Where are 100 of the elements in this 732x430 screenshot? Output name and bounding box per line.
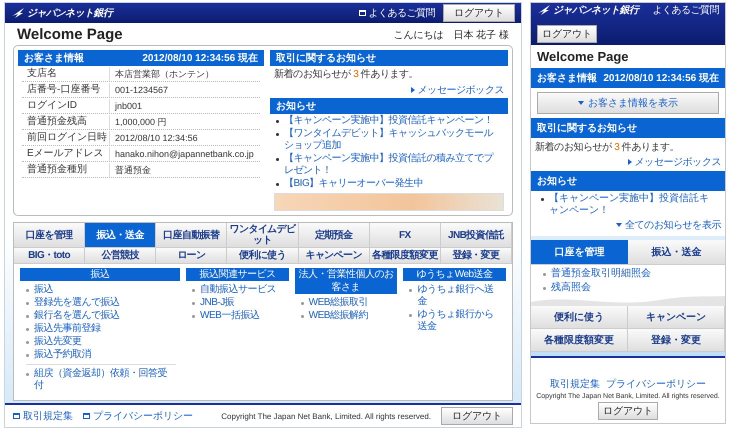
section-title: お客さま情報 [24, 51, 84, 65]
menu-tab[interactable]: 公営競技 [85, 248, 156, 264]
menu-link[interactable]: 振込先事前登録 [34, 323, 100, 335]
menu-tab[interactable]: JNB投資信託 [440, 223, 512, 248]
bullet-icon [409, 289, 412, 292]
section-title: お客さま情報 [537, 71, 597, 85]
menu-button[interactable]: 便利に使う [531, 306, 628, 329]
footer-link[interactable]: プライバシーポリシー [83, 409, 193, 423]
news-link[interactable]: 【キャンペーン実施中】投資信託の積み立てでプレゼント！ [284, 153, 502, 177]
window-icon [13, 413, 20, 419]
bullet-icon [300, 315, 304, 318]
message-box-link[interactable]: メッセージボックス [628, 155, 721, 169]
menu-tab[interactable]: 口座自動振替 [156, 223, 228, 248]
copyright-text: Copyright The Japan Net Bank, Limited. All rights reserved. [221, 412, 431, 420]
info-value: 本店営業部（ホンテン） [114, 68, 215, 81]
faq-link[interactable]: よくあるご質問 [358, 6, 435, 20]
column-header: ゆうちょWeb送金 [403, 268, 506, 281]
info-label: Eメールアドレス [22, 147, 110, 161]
info-label: 普通預金種別 [22, 163, 110, 177]
info-label: 店番号-口座番号 [22, 83, 110, 97]
news-link[interactable]: 【キャンペーン実施中】投資信託キャンペーン！ [284, 115, 493, 127]
menu-tab[interactable]: 口座を管理 [531, 240, 628, 265]
news-link[interactable]: 【ワンタイムデビット】キャッシュバックモールショップ追加 [284, 128, 502, 152]
notice-message: 新着のお知らせが 3 件あります。 [535, 140, 680, 154]
bullet-icon [26, 289, 29, 292]
bullet-icon [276, 120, 279, 123]
bullet-icon [26, 302, 29, 305]
bullet-icon [276, 183, 279, 186]
menu-button[interactable]: キャンペーン [628, 306, 725, 329]
menu-tab[interactable]: ワンタイムデビット [227, 223, 299, 248]
menu-link[interactable]: 普通預金取引明細照会 [551, 268, 651, 280]
menu-link[interactable]: 登録先を選んで振込 [34, 297, 120, 309]
bullet-icon [276, 158, 279, 161]
section-header: お知らせ [270, 98, 508, 114]
menu-link[interactable]: WEB一括振込 [200, 310, 260, 322]
page-title: Welcome Page [536, 48, 630, 66]
info-label: 支店名 [22, 67, 110, 81]
info-value: 001-1234567 [114, 84, 170, 97]
info-label: ログインID [22, 99, 110, 113]
footer-link[interactable]: 取引規定集 [550, 377, 600, 391]
bank-logo: ジャパンネット銀行 [27, 6, 112, 20]
timestamp: 2012/08/10 12:34:56 現在 [142, 52, 258, 65]
all-news-link[interactable]: 全てのお知らせを表示 [616, 218, 721, 232]
info-label: 普通預金残高 [22, 115, 110, 129]
menu-link[interactable]: ゆうちょ銀行から送金 [417, 309, 500, 333]
menu-tab[interactable]: 振込・送金 [628, 240, 725, 265]
menu-link[interactable]: 振込予約取消 [34, 349, 91, 361]
footer-link[interactable]: 取引規定集 [13, 409, 73, 423]
menu-tab[interactable]: キャンペーン [298, 248, 370, 264]
triangle-icon [578, 101, 584, 105]
bullet-icon [192, 315, 195, 318]
menu-button[interactable]: 登録・変更 [628, 329, 725, 352]
menu-tab[interactable]: ローン [156, 248, 228, 264]
triangle-icon [410, 87, 415, 93]
menu-link[interactable]: 自動振込サービス [200, 284, 276, 296]
news-link[interactable]: 【BIG】キャリーオーバー発生中 [284, 178, 424, 190]
menu-tab[interactable]: BIG・toto [14, 248, 86, 264]
faq-link[interactable]: よくあるご質問 [652, 3, 719, 17]
bullet-icon [541, 198, 544, 201]
message-box-link[interactable]: メッセージボックス [410, 83, 504, 97]
menu-link[interactable]: WEB総振取引 [308, 297, 368, 309]
menu-link[interactable]: 組戻（資金返却）依頼・回答受付 [34, 368, 174, 392]
menu-tab[interactable]: 口座を管理 [14, 223, 86, 248]
footer-link[interactable]: プライバシーポリシー [606, 377, 706, 391]
logout-button[interactable]: ログアウト [441, 407, 513, 425]
menu-link[interactable]: ゆうちょ銀行へ送金 [417, 284, 500, 308]
logo-swoosh-icon [11, 7, 25, 19]
menu-link[interactable]: 振込 [34, 284, 53, 296]
info-value: 2012/08/10 12:34:56 [114, 132, 199, 145]
menu-tab[interactable]: 登録・変更 [440, 248, 512, 264]
page-title: Welcome Page [17, 26, 123, 43]
info-label: 前回ログイン日時 [22, 131, 110, 145]
menu-link[interactable]: WEB総振解約 [308, 310, 368, 322]
news-link[interactable]: 【キャンペーン実施中】投資信託キャンペーン！ [549, 193, 715, 217]
menu-tab[interactable]: FX [370, 223, 441, 248]
info-value: 普通預金 [114, 164, 152, 177]
menu-tab[interactable]: 定期預金 [298, 223, 370, 248]
menu-tab[interactable]: 各種限度額変更 [370, 248, 441, 264]
bullet-icon [192, 302, 195, 305]
menu-tab[interactable]: 便利に使う [227, 248, 299, 264]
bullet-icon [543, 273, 546, 276]
column-header: 振込 [20, 268, 180, 281]
logout-button[interactable]: ログアウト [443, 4, 515, 22]
bullet-icon [26, 354, 29, 357]
show-info-button[interactable]: お客さま情報を表示 [537, 92, 719, 114]
menu-link[interactable]: 残高照会 [551, 282, 591, 294]
menu-tab[interactable]: 振込・送金 [85, 223, 156, 248]
menu-link[interactable]: JNB-J振 [200, 297, 234, 309]
logo-swoosh-icon [537, 4, 551, 16]
bullet-icon [409, 314, 412, 317]
menu-link[interactable]: 振込先変更 [34, 336, 82, 348]
logout-button[interactable]: ログアウト [598, 402, 658, 420]
bullet-icon [26, 373, 29, 376]
window-icon [358, 10, 366, 16]
timestamp: 2012/08/10 12:34:56 現在 [603, 72, 719, 85]
section-header: お知らせ [531, 171, 725, 191]
menu-button[interactable]: 各種限度額変更 [531, 329, 628, 352]
logout-button[interactable]: ログアウト [537, 25, 597, 43]
menu-link[interactable]: 銀行名を選んで振込 [34, 310, 120, 322]
bullet-icon [276, 133, 279, 136]
